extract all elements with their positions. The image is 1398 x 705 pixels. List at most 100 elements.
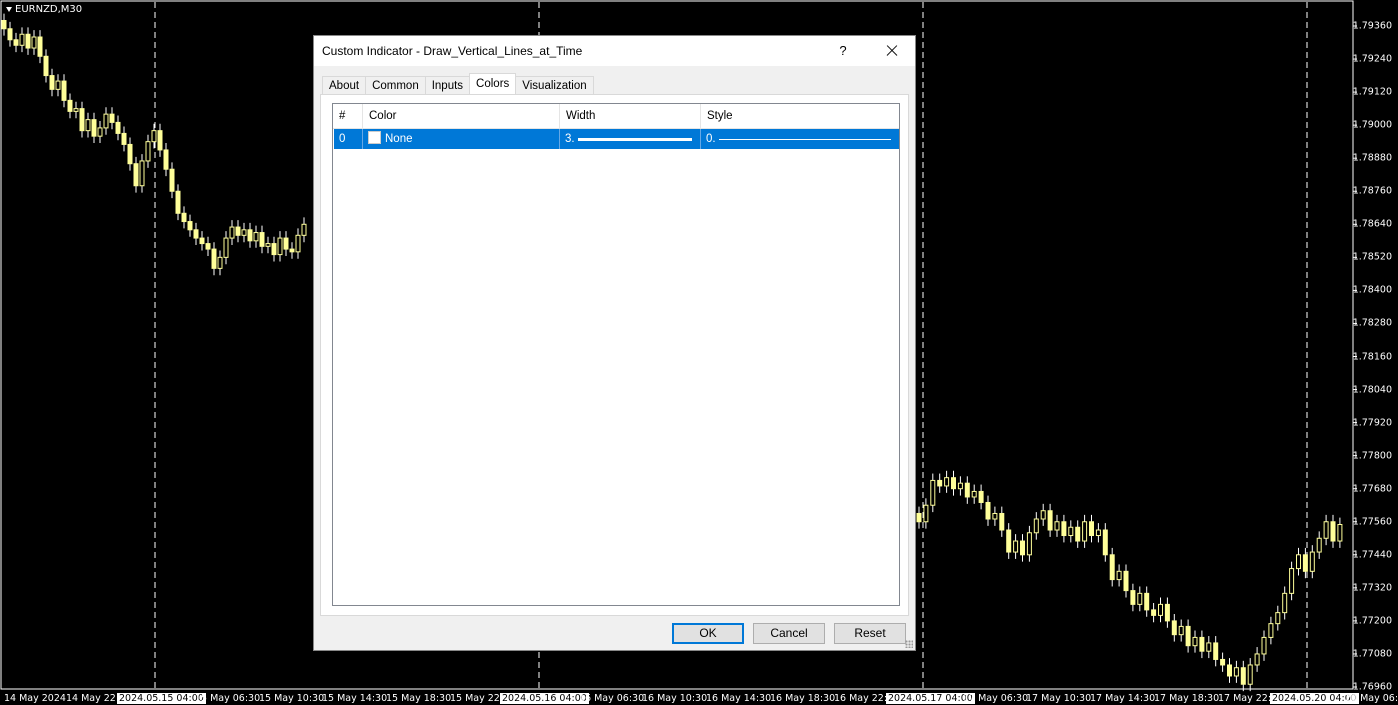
candle-body: [1282, 592, 1288, 614]
price-tick-label: 1.77920: [1352, 417, 1392, 429]
time-tick-label: 17 May 06:30: [963, 693, 1029, 704]
candle-body: [1075, 526, 1081, 542]
price-tick-label: 1.78400: [1352, 284, 1392, 296]
candle-body: [1268, 623, 1274, 638]
width-cell[interactable]: 3.: [560, 129, 701, 149]
time-tick-label: 17 May 18:30: [1154, 693, 1220, 704]
color-swatch: [368, 131, 381, 144]
candle-body: [1178, 625, 1184, 636]
candle-body: [127, 143, 133, 165]
candle-body: [1006, 529, 1012, 553]
chart-symbol-label[interactable]: EURNZD,M30: [6, 4, 82, 15]
time-tick-label: 16 May 18:30: [770, 693, 836, 704]
time-tick-label: 2024.05.17 04:00: [886, 693, 975, 704]
candle-body: [67, 99, 73, 112]
candle-body: [1116, 570, 1122, 581]
cancel-button[interactable]: Cancel: [753, 623, 825, 644]
candle-body: [1192, 636, 1198, 647]
price-tick-label: 1.79000: [1352, 119, 1392, 131]
symbol-text: EURNZD,M30: [15, 4, 83, 15]
resize-grip-icon[interactable]: [905, 640, 913, 648]
time-tick-label: 15 May 06:30: [195, 693, 261, 704]
colors-panel: # Color Width Style 0 None 3. 0.: [320, 94, 909, 616]
candle-body: [97, 127, 103, 137]
candle-body: [25, 33, 31, 49]
candle-body: [223, 237, 229, 258]
candle-body: [115, 121, 121, 134]
candle-body: [1247, 664, 1253, 685]
candle-body: [1144, 592, 1150, 611]
dialog-title: Custom Indicator - Draw_Vertical_Lines_a…: [322, 44, 583, 58]
candle-body: [1, 19, 7, 30]
candle-body: [277, 237, 283, 256]
candle-body: [37, 36, 43, 57]
candle-body: [175, 190, 181, 214]
candle-body: [85, 119, 91, 132]
candle-body: [985, 501, 991, 520]
candle-body: [1289, 568, 1295, 594]
candle-body: [61, 80, 67, 101]
candle-body: [1164, 603, 1170, 622]
candle-body: [1137, 592, 1143, 605]
candle-body: [1233, 667, 1239, 677]
candle-body: [992, 512, 998, 520]
time-tick-label: 14 May 2024: [4, 693, 66, 704]
tab-strip: About Common Inputs Colors Visualization: [322, 73, 594, 94]
tab-about[interactable]: About: [322, 76, 367, 94]
close-icon[interactable]: [879, 40, 905, 62]
candle-body: [139, 160, 145, 187]
color-cell[interactable]: None: [363, 129, 560, 149]
candle-body: [964, 482, 970, 498]
candle-body: [169, 168, 175, 192]
candle-body: [79, 108, 85, 132]
price-tick-label: 1.78040: [1352, 384, 1392, 396]
candle-body: [999, 512, 1005, 531]
candle-body: [265, 243, 271, 247]
candle-body: [211, 248, 217, 269]
tab-common[interactable]: Common: [365, 76, 426, 94]
price-tick-label: 1.77440: [1352, 549, 1392, 561]
time-tick-label: 14 May 22:: [66, 693, 120, 704]
candle-body: [1013, 540, 1019, 553]
time-tick-label: 20 May 06:3: [1345, 693, 1398, 704]
tab-colors[interactable]: Colors: [469, 73, 517, 94]
col-header-color[interactable]: Color: [363, 104, 560, 128]
candle-body: [1316, 537, 1322, 553]
candle-body: [151, 130, 157, 143]
help-button[interactable]: ?: [833, 40, 853, 62]
candle-body: [1089, 521, 1094, 537]
dropdown-triangle-icon[interactable]: [6, 7, 12, 12]
candle-body: [163, 149, 169, 170]
price-tick-label: 1.78640: [1352, 218, 1392, 230]
custom-indicator-dialog: Custom Indicator - Draw_Vertical_Lines_a…: [313, 35, 916, 651]
price-tick-label: 1.78160: [1352, 351, 1392, 362]
colors-grid: # Color Width Style 0 None 3. 0.: [332, 103, 900, 606]
style-cell[interactable]: 0.: [701, 129, 899, 149]
col-header-index[interactable]: #: [333, 104, 363, 128]
time-tick-label: 15 May 14:30: [322, 693, 388, 704]
tab-inputs[interactable]: Inputs: [424, 76, 471, 94]
price-tick-label: 1.78280: [1352, 317, 1392, 329]
candle-body: [971, 490, 977, 498]
col-header-width[interactable]: Width: [560, 104, 701, 128]
candle-body: [157, 130, 163, 151]
candle-body: [1296, 554, 1301, 570]
price-tick-label: 1.77080: [1352, 648, 1392, 660]
reset-button[interactable]: Reset: [834, 623, 906, 644]
table-row[interactable]: 0 None 3. 0.: [334, 129, 899, 149]
candle-body: [1109, 554, 1115, 581]
candle-body: [1323, 521, 1329, 539]
candle-body: [1213, 642, 1219, 660]
tab-visualization[interactable]: Visualization: [515, 76, 594, 94]
time-tick-label: 16 May 14:30: [706, 693, 772, 704]
price-tick-label: 1.78760: [1352, 185, 1392, 197]
col-header-style[interactable]: Style: [701, 104, 899, 128]
candle-body: [1261, 636, 1267, 655]
candle-body: [1158, 603, 1163, 616]
dialog-titlebar[interactable]: Custom Indicator - Draw_Vertical_Lines_a…: [314, 36, 915, 66]
ok-button[interactable]: OK: [672, 623, 744, 644]
candle-body: [19, 33, 25, 46]
candle-body: [1033, 518, 1039, 534]
price-tick-label: 1.76960: [1352, 681, 1392, 693]
candle-body: [253, 232, 259, 242]
